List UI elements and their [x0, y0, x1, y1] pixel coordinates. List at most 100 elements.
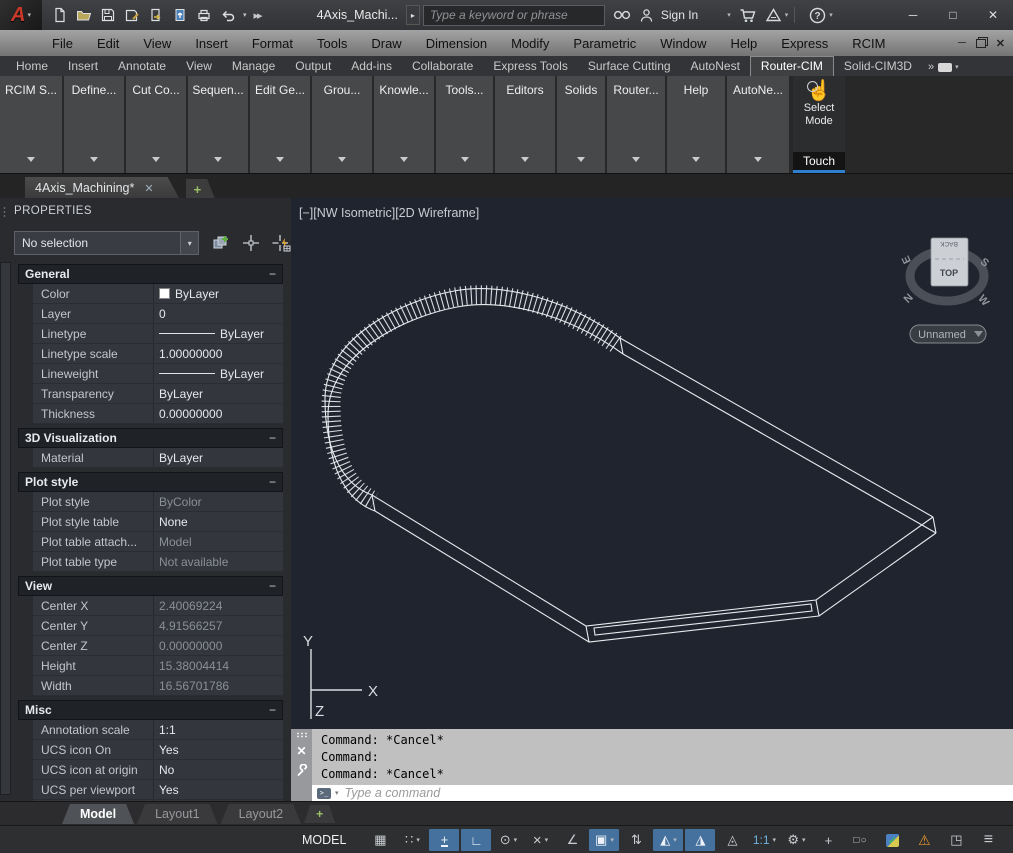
recent-commands-icon[interactable]: ▾ [335, 789, 339, 797]
property-row[interactable]: Center Z 0.00000000 [33, 636, 283, 656]
ribbon-panel[interactable]: Grou... [312, 76, 372, 173]
object-snap-icon[interactable]: ▣ ▾ [589, 829, 619, 851]
ribbon-tab[interactable]: Insert [58, 57, 108, 76]
property-value[interactable]: No [153, 760, 283, 779]
clean-screen-icon[interactable]: ◳ ▾ [941, 829, 971, 851]
dynamic-input-icon[interactable]: + ▾ [429, 829, 459, 851]
property-value[interactable]: 1.00000000 [153, 344, 283, 363]
touch-panel[interactable]: ☝ Select Mode Touch [793, 76, 845, 173]
panel-dropdown-icon[interactable] [521, 157, 529, 166]
property-value[interactable]: Not available [153, 552, 283, 571]
property-value[interactable]: 0.00000000 [153, 636, 283, 655]
property-value[interactable]: Yes [153, 780, 283, 799]
section-header[interactable]: General − [18, 264, 283, 284]
property-row[interactable]: UCS per viewport Yes [33, 780, 283, 800]
ribbon-tab[interactable]: View [176, 57, 222, 76]
panel-dropdown-icon[interactable] [461, 157, 469, 166]
app-menu-button[interactable]: A ▾ [0, 0, 42, 30]
command-history[interactable]: Command: *Cancel*Command:Command: *Cance… [312, 729, 1013, 785]
panel-dropdown-icon[interactable] [27, 157, 35, 166]
dropdown-arrow[interactable]: ▾ [545, 836, 549, 844]
combo-dropdown-icon[interactable]: ▾ [180, 232, 198, 254]
ribbon-tab[interactable]: AutoNest [681, 57, 750, 76]
menu-item[interactable]: Modify [499, 36, 561, 51]
ribbon-tab[interactable]: Annotate [108, 57, 176, 76]
property-row[interactable]: Plot table type Not available [33, 552, 283, 572]
undo-icon[interactable] [218, 5, 238, 25]
property-value[interactable]: ByLayer [153, 364, 283, 383]
property-value[interactable]: 16.56701786 [153, 676, 283, 695]
property-value[interactable]: 1:1 [153, 720, 283, 739]
property-row[interactable]: Lineweight ByLayer [33, 364, 283, 384]
dropdown-arrow[interactable]: ▾ [514, 836, 518, 844]
property-value[interactable]: Yes [153, 740, 283, 759]
chevron-down-icon[interactable]: ▾ [727, 11, 731, 19]
ribbon-tab[interactable]: Output [285, 57, 341, 76]
property-row[interactable]: Layer 0 [33, 304, 283, 324]
new-layout-button[interactable]: + [304, 805, 335, 823]
command-close-icon[interactable]: ✕ [296, 745, 306, 757]
doc-close-icon[interactable]: ✕ [996, 37, 1005, 50]
panel-dropdown-icon[interactable] [338, 157, 346, 166]
collapse-icon[interactable]: − [269, 431, 276, 445]
panel-dropdown-icon[interactable] [754, 157, 762, 166]
undo-dropdown-icon[interactable]: ▾ [243, 11, 247, 19]
ribbon-tab[interactable]: Manage [222, 57, 285, 76]
palette-header[interactable]: PROPERTIES [0, 198, 291, 224]
ribbon-panel[interactable]: Edit Ge... [250, 76, 310, 173]
collapse-icon[interactable]: − [269, 579, 276, 593]
menu-item[interactable]: Parametric [561, 36, 648, 51]
dropdown-arrow[interactable]: ▾ [416, 836, 420, 844]
menu-item[interactable]: Edit [85, 36, 131, 51]
search-icon[interactable] [613, 8, 631, 22]
quick-select-icon[interactable] [271, 233, 291, 253]
grid-icon[interactable]: ▦ ▾ [365, 829, 395, 851]
panel-dropdown-icon[interactable] [577, 157, 585, 166]
ribbon-tab[interactable]: Collaborate [402, 57, 483, 76]
help-button[interactable]: ?▾ [809, 7, 833, 24]
dynamic-ucs-icon[interactable]: ⇅ ▾ [621, 829, 651, 851]
dropdown-arrow[interactable]: ▾ [673, 836, 677, 844]
menu-item[interactable]: Dimension [414, 36, 499, 51]
property-row[interactable]: Transparency ByLayer [33, 384, 283, 404]
section-header[interactable]: Misc − [18, 700, 283, 720]
ribbon-panel[interactable]: Define... [64, 76, 124, 173]
property-row[interactable]: Center Y 4.91566257 [33, 616, 283, 636]
file-tab[interactable]: 4Axis_Machining* ✕ [25, 177, 180, 199]
property-value[interactable]: 0.00000000 [153, 404, 283, 423]
property-row[interactable]: Color ByLayer [33, 284, 283, 304]
property-value[interactable]: ByColor [153, 492, 283, 511]
viewcube[interactable]: E S N W BACK TOP Unnamed [900, 238, 992, 343]
ribbon-tab[interactable]: Router-CIM [750, 56, 834, 76]
ribbon-display-toggle[interactable]: ▾ [938, 63, 959, 72]
ribbon-panel[interactable]: Router... [607, 76, 665, 173]
minimize-button[interactable]: ─ [893, 1, 933, 29]
qat-expand-icon[interactable]: ▸▸ [254, 9, 261, 22]
transfer-icon[interactable] [146, 5, 166, 25]
panel-dropdown-icon[interactable] [692, 157, 700, 166]
annotation-autoscale-icon[interactable]: ◬ ▾ [717, 829, 747, 851]
property-row[interactable]: Plot style ByColor [33, 492, 283, 512]
collapse-icon[interactable]: − [269, 703, 276, 717]
collapse-icon[interactable]: − [269, 267, 276, 281]
ribbon-tab[interactable]: Express Tools [483, 57, 577, 76]
customization-icon[interactable]: ≡ ▾ [973, 829, 1003, 851]
view-name-button[interactable]: Unnamed [910, 325, 986, 343]
plot-icon[interactable] [194, 5, 214, 25]
ribbon-panel[interactable]: AutoNe... [727, 76, 789, 173]
annotation-monitor-icon[interactable]: + ▾ [813, 829, 843, 851]
ribbon-panel[interactable]: Editors [495, 76, 555, 173]
dropdown-arrow[interactable]: ▾ [773, 836, 777, 844]
panel-dropdown-icon[interactable] [90, 157, 98, 166]
open-icon[interactable] [74, 5, 94, 25]
ribbon-panel[interactable]: Solids [557, 76, 605, 173]
property-value[interactable]: 0 [153, 304, 283, 323]
panel-dropdown-icon[interactable] [400, 157, 408, 166]
ribbon-panel[interactable]: Knowle... [374, 76, 434, 173]
property-row[interactable]: Thickness 0.00000000 [33, 404, 283, 424]
save-icon[interactable] [98, 5, 118, 25]
property-value[interactable]: 15.38004414 [153, 656, 283, 675]
file-tab-close-icon[interactable]: ✕ [144, 182, 153, 195]
tab-overflow-icon[interactable]: » [928, 61, 932, 73]
selection-combo[interactable]: No selection ▾ [14, 231, 199, 255]
